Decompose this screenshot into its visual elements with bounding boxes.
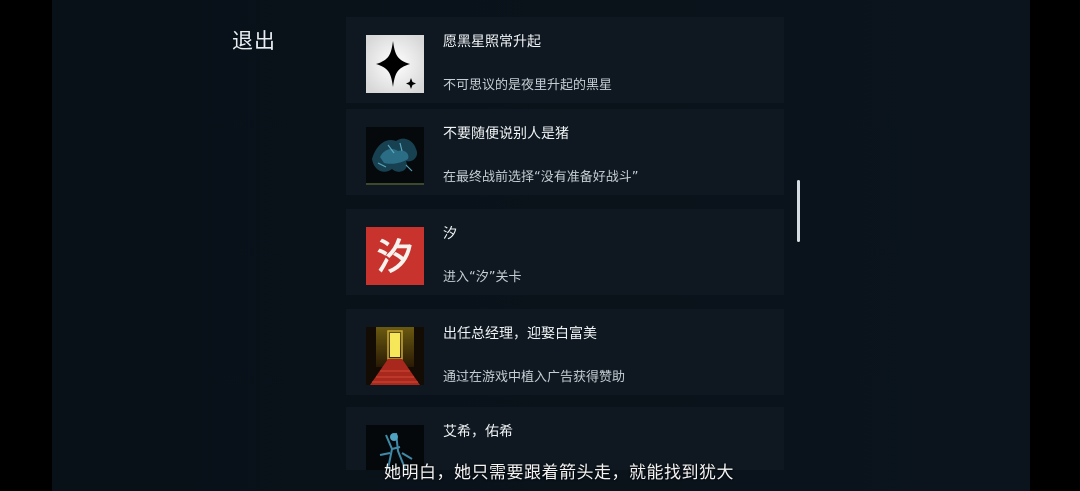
dialogue-subtitle: 她明白，她只需要跟着箭头走，就能找到犹大 (384, 463, 734, 483)
achievement-card-black-star[interactable]: 愿黑星照常升起 不可思议的是夜里升起的黑星 (346, 17, 784, 103)
black-star-icon (366, 35, 424, 93)
achievement-card-pig[interactable]: 不要随便说别人是猪 在最终战前选择“没有准备好战斗” (346, 109, 784, 195)
achievement-title: 艾希，佑希 (443, 424, 513, 440)
golden-doorway-icon (366, 327, 424, 385)
achievement-title: 汐 (443, 226, 457, 242)
xi-glyph: 汐 (377, 237, 413, 278)
achievement-description: 进入“汐”关卡 (443, 270, 522, 285)
achievement-card-xi[interactable]: 汐 汐 进入“汐”关卡 (346, 209, 784, 295)
achievement-list[interactable]: 愿黑星照常升起 不可思议的是夜里升起的黑星 不要随便说别人是猪 在最终战前选择“… (346, 0, 784, 470)
achievement-description: 不可思议的是夜里升起的黑星 (443, 78, 613, 93)
achievements-screen: 退出 愿黑星照常升起 不可思议的是夜里升起的黑星 不要随便说别人是猪 在最终战前… (0, 0, 1080, 491)
exit-button[interactable]: 退出 (232, 25, 276, 55)
achievement-title: 愿黑星照常升起 (443, 34, 541, 50)
achievement-description: 通过在游戏中植入广告获得赞助 (443, 370, 626, 385)
achievement-title: 不要随便说别人是猪 (443, 126, 569, 142)
xi-character-icon: 汐 (366, 227, 424, 285)
list-scrollbar[interactable] (797, 180, 800, 242)
achievement-description: 在最终战前选择“没有准备好战斗” (443, 170, 639, 185)
spectral-beast-icon (366, 127, 424, 185)
achievement-card-manager[interactable]: 出任总经理，迎娶白富美 通过在游戏中植入广告获得赞助 (346, 309, 784, 395)
achievement-title: 出任总经理，迎娶白富美 (443, 326, 597, 342)
